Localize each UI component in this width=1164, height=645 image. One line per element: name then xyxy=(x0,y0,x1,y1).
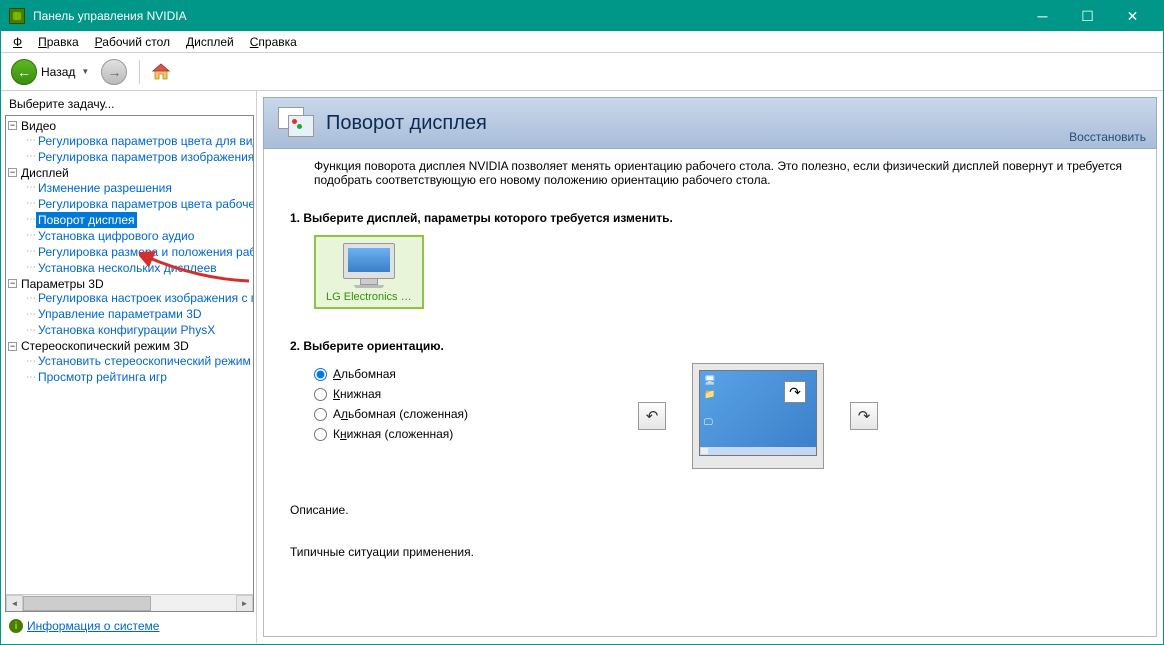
nvidia-icon xyxy=(9,8,25,24)
tree-item-digital-audio[interactable]: Установка цифрового аудио xyxy=(36,228,196,244)
preview-monitor: 🖥 📁 🖵 ↷ xyxy=(692,363,824,469)
sidebar-title: Выберите задачу... xyxy=(5,95,256,113)
maximize-button[interactable]: ☐ xyxy=(1065,1,1110,31)
tree-toggle-3d[interactable]: − xyxy=(8,279,17,288)
system-info-link-row: i Информация о системе xyxy=(5,612,256,639)
system-info-link[interactable]: Информация о системе xyxy=(27,619,159,633)
close-button[interactable]: ✕ xyxy=(1110,1,1155,31)
preview-area: ↶ 🖥 📁 🖵 ↷ ↷ xyxy=(638,363,878,469)
forward-icon: → xyxy=(101,59,127,85)
tree-cat-3d[interactable]: Параметры 3D xyxy=(21,276,104,290)
scroll-left-button[interactable]: ◄ xyxy=(6,595,23,612)
tree-cat-video[interactable]: Видео xyxy=(21,119,56,133)
display-name-label: LG Electronics … xyxy=(326,291,412,303)
radio-portrait[interactable]: Книжная xyxy=(314,387,468,401)
back-icon: ← xyxy=(11,59,37,85)
tree-scrollbar-horizontal[interactable]: ◄ ► xyxy=(6,594,253,611)
tree-item-size-position[interactable]: Регулировка размера и положения рабо xyxy=(36,244,254,260)
tree-toggle-stereo[interactable]: − xyxy=(8,342,17,351)
menu-desktop[interactable]: Рабочий стол xyxy=(87,33,178,51)
radio-portrait-flipped[interactable]: Книжная (сложенная) xyxy=(314,427,468,441)
restore-link[interactable]: Восстановить xyxy=(1069,130,1146,144)
back-button[interactable]: ← Назад ▼ xyxy=(7,57,93,87)
home-button[interactable] xyxy=(148,59,174,85)
radio-landscape[interactable]: Альбомная xyxy=(314,367,468,381)
tree-item-rotate[interactable]: Поворот дисплея xyxy=(36,212,137,228)
page-header: Поворот дисплея Восстановить xyxy=(263,97,1157,149)
rotate-cw-button[interactable]: ↷ xyxy=(850,402,878,430)
preview-screen: 🖥 📁 🖵 ↷ xyxy=(699,370,817,456)
orientation-radio-group: Альбомная Книжная Альбомная (сложенная) … xyxy=(314,363,468,441)
radio-landscape-flipped[interactable]: Альбомная (сложенная) xyxy=(314,407,468,421)
tree-cat-display[interactable]: Дисплей xyxy=(21,166,69,180)
step2-heading: 2. Выберите ориентацию. xyxy=(290,339,1136,353)
scroll-right-button[interactable]: ► xyxy=(236,595,253,612)
menubar: Ф Правка Рабочий стол Дисплей Справка xyxy=(1,31,1163,53)
toolbar-separator xyxy=(139,60,140,84)
forward-button[interactable]: → xyxy=(97,57,131,87)
desktop-icon: 🖵 xyxy=(704,417,714,427)
menu-file[interactable]: Ф xyxy=(5,33,30,51)
scroll-track[interactable] xyxy=(23,595,236,612)
page-header-icon xyxy=(278,107,316,139)
content-pane: Поворот дисплея Восстановить Функция пов… xyxy=(257,91,1163,643)
page-title: Поворот дисплея xyxy=(326,112,487,135)
home-icon xyxy=(150,61,172,83)
page-body: Функция поворота дисплея NVIDIA позволяе… xyxy=(263,149,1157,637)
tree-item-3d-image[interactable]: Регулировка настроек изображения с пр xyxy=(36,290,254,306)
desktop-icon: 📁 xyxy=(704,389,714,399)
tree-item-resolution[interactable]: Изменение разрешения xyxy=(36,180,174,196)
tree-toggle-video[interactable]: − xyxy=(8,121,17,130)
usage-label: Типичные ситуации применения. xyxy=(290,545,1136,559)
menu-help[interactable]: Справка xyxy=(242,33,305,51)
task-tree: −Видео ⋯Регулировка параметров цвета для… xyxy=(5,115,254,612)
tree-item-video-image[interactable]: Регулировка параметров изображения д xyxy=(36,149,254,165)
rotate-ccw-button[interactable]: ↶ xyxy=(638,402,666,430)
page-description: Функция поворота дисплея NVIDIA позволяе… xyxy=(314,159,1136,187)
tree-cat-stereo[interactable]: Стереоскопический режим 3D xyxy=(21,339,189,353)
back-dropdown-icon[interactable]: ▼ xyxy=(81,67,89,76)
tree-item-video-color[interactable]: Регулировка параметров цвета для вид xyxy=(36,133,254,149)
tree-toggle-display[interactable]: − xyxy=(8,168,17,177)
tree-item-stereo-setup[interactable]: Установить стереоскопический режим 3 xyxy=(36,353,254,369)
tree-item-physx[interactable]: Установка конфигурации PhysX xyxy=(36,322,217,338)
titlebar: Панель управления NVIDIA ─ ☐ ✕ xyxy=(1,1,1163,31)
menu-display[interactable]: Дисплей xyxy=(178,33,242,51)
preview-taskbar xyxy=(700,447,816,455)
monitor-icon xyxy=(343,243,395,287)
display-selector[interactable]: LG Electronics … xyxy=(314,235,424,309)
step1-heading: 1. Выберите дисплей, параметры которого … xyxy=(290,211,1136,225)
toolbar: ← Назад ▼ → xyxy=(1,53,1163,91)
desktop-icon: 🖥 xyxy=(704,375,714,385)
sidebar: Выберите задачу... −Видео ⋯Регулировка п… xyxy=(1,91,257,643)
tree-item-3d-manage[interactable]: Управление параметрами 3D xyxy=(36,306,204,322)
scroll-thumb[interactable] xyxy=(23,596,151,611)
tree-item-desktop-color[interactable]: Регулировка параметров цвета рабочег xyxy=(36,196,254,212)
window-title: Панель управления NVIDIA xyxy=(33,9,1020,23)
info-icon: i xyxy=(9,619,23,633)
tree-item-game-rating[interactable]: Просмотр рейтинга игр xyxy=(36,369,169,385)
tree-item-multi-display[interactable]: Установка нескольких дисплеев xyxy=(36,260,219,276)
minimize-button[interactable]: ─ xyxy=(1020,1,1065,31)
rotate-indicator-icon: ↷ xyxy=(784,381,806,403)
description-label: Описание. xyxy=(290,503,1136,517)
menu-edit[interactable]: Правка xyxy=(30,33,87,51)
